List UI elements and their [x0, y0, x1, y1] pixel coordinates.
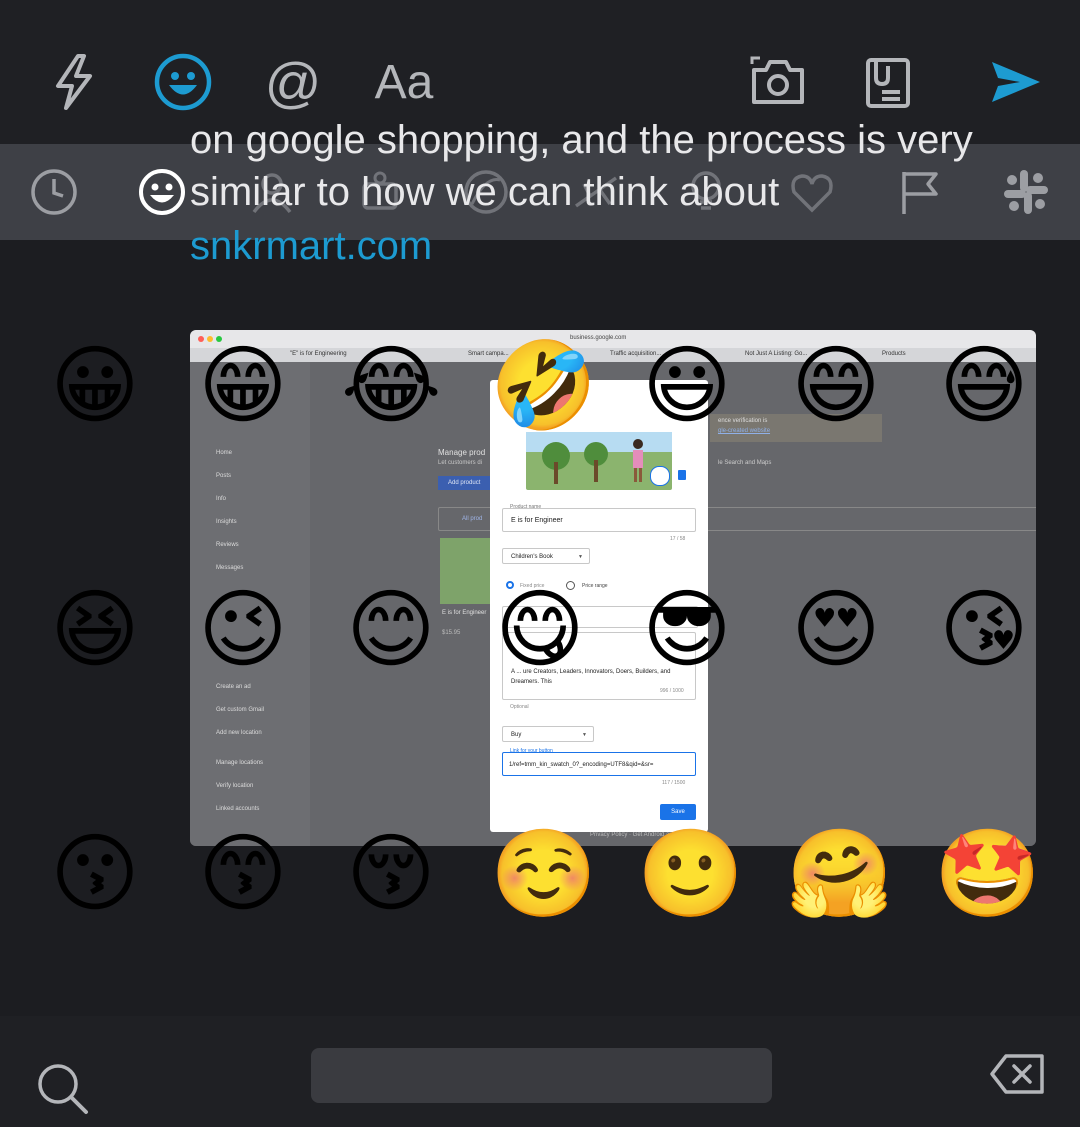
- mention-icon[interactable]: @: [261, 50, 325, 114]
- sidebar-item: Manage locations: [216, 760, 264, 766]
- search-maps-text: le Search and Maps: [718, 460, 772, 466]
- message-text-line1: on google shopping, and the process is v…: [190, 118, 973, 162]
- flags-icon[interactable]: [894, 166, 946, 218]
- products-subheading: Let customers di: [438, 460, 483, 466]
- emoji-key[interactable]: 🤩: [934, 824, 1041, 924]
- browser-chrome: business.google.com: [190, 330, 1036, 348]
- sidebar-item: Create an ad: [216, 684, 251, 690]
- save-button[interactable]: Save: [660, 804, 696, 820]
- text-format-button[interactable]: Aa: [372, 50, 436, 114]
- emoji-key[interactable]: 😎: [637, 580, 737, 680]
- product-card-name: E is for Engineer: [442, 610, 487, 616]
- tab-all-products[interactable]: All prod: [462, 516, 482, 522]
- button-link-count: 117 / 1500: [662, 780, 686, 786]
- search-icon[interactable]: [36, 1062, 92, 1118]
- sidebar-item: Home: [216, 450, 233, 456]
- delete-icon[interactable]: [678, 470, 686, 480]
- attachment-icon[interactable]: [854, 50, 918, 114]
- sidebar-item: Get custom Gmail: [216, 707, 265, 713]
- chevron-down-icon: ▼: [578, 554, 583, 560]
- product-name-field[interactable]: E is for Engineer: [502, 508, 696, 532]
- emoji-key[interactable]: 😙: [193, 824, 293, 924]
- shortcuts-lightning-icon[interactable]: [42, 50, 106, 114]
- message-link[interactable]: snkrmart.com: [190, 224, 432, 269]
- emoji-key[interactable]: 😗: [45, 824, 145, 924]
- message-text-line2: similar to how we can think about: [190, 170, 780, 214]
- emoji-key[interactable]: 😉: [193, 580, 293, 680]
- recent-icon[interactable]: [28, 166, 80, 218]
- emoji-key[interactable]: 😚: [341, 824, 441, 924]
- emoji-key[interactable]: 😆: [45, 580, 145, 680]
- slack-icon[interactable]: [1000, 166, 1052, 218]
- smileys-icon[interactable]: [136, 166, 188, 218]
- product-name-count: 17 / 58: [670, 536, 686, 542]
- browser-tabs: "E" is for Engineering Smart campa... Tr…: [190, 348, 1036, 362]
- emoji-key[interactable]: 🤗: [786, 824, 893, 924]
- sidebar-item: Info: [216, 496, 227, 502]
- emoji-key[interactable]: 😄: [786, 336, 886, 436]
- add-product-button[interactable]: Add product: [438, 476, 494, 490]
- emoji-key[interactable]: 😍: [786, 580, 886, 680]
- emoji-key[interactable]: ☺️: [490, 824, 597, 924]
- button-link-field[interactable]: 1/ref=tmm_kin_swatch_0?_encoding=UTF8&qi…: [502, 752, 696, 776]
- attached-screenshot[interactable]: business.google.com "E" is for Engineeri…: [190, 330, 1036, 846]
- sidebar-item: Messages: [216, 565, 244, 571]
- emoji-key[interactable]: 😅: [934, 336, 1034, 436]
- emoji-key[interactable]: 🙂: [637, 824, 744, 924]
- emoji-search-input[interactable]: [311, 1048, 772, 1103]
- category-select[interactable]: Children's Book: [502, 548, 590, 564]
- sidebar-item: Reviews: [216, 542, 239, 548]
- browser-tab: "E" is for Engineering: [290, 351, 347, 357]
- emoji-key[interactable]: 😘: [934, 580, 1034, 680]
- sidebar-item: Linked accounts: [216, 806, 260, 812]
- emoji-key[interactable]: 😂: [341, 336, 442, 436]
- emoji-key[interactable]: 😋: [490, 580, 590, 680]
- emoji-bottom-bar: [0, 1016, 1080, 1127]
- emoji-key[interactable]: 😀: [45, 336, 145, 436]
- send-icon[interactable]: [982, 50, 1046, 114]
- chevron-down-icon: ▼: [582, 732, 587, 738]
- description-count: 996 / 1000: [660, 688, 684, 694]
- optional-label: Optional: [510, 704, 529, 710]
- camera-icon[interactable]: [746, 50, 810, 114]
- sidebar-item: Insights: [216, 519, 237, 525]
- product-card-price: $15.95: [442, 630, 461, 636]
- sidebar-item: Add new location: [216, 730, 262, 736]
- emoji-picker-icon[interactable]: [151, 50, 215, 114]
- emoji-key[interactable]: 🤣: [490, 336, 597, 436]
- button-type-select[interactable]: Buy: [502, 726, 594, 742]
- products-heading: Manage prod: [438, 448, 486, 457]
- emoji-key[interactable]: 😁: [193, 336, 293, 436]
- emoji-key[interactable]: 😃: [637, 336, 737, 436]
- symbols-icon[interactable]: [786, 166, 838, 218]
- emoji-key[interactable]: 😊: [341, 580, 441, 680]
- crop-icon[interactable]: [650, 466, 670, 486]
- backspace-icon[interactable]: [988, 1052, 1048, 1096]
- sidebar-item: Posts: [216, 473, 232, 479]
- sidebar-item: Verify location: [216, 783, 254, 789]
